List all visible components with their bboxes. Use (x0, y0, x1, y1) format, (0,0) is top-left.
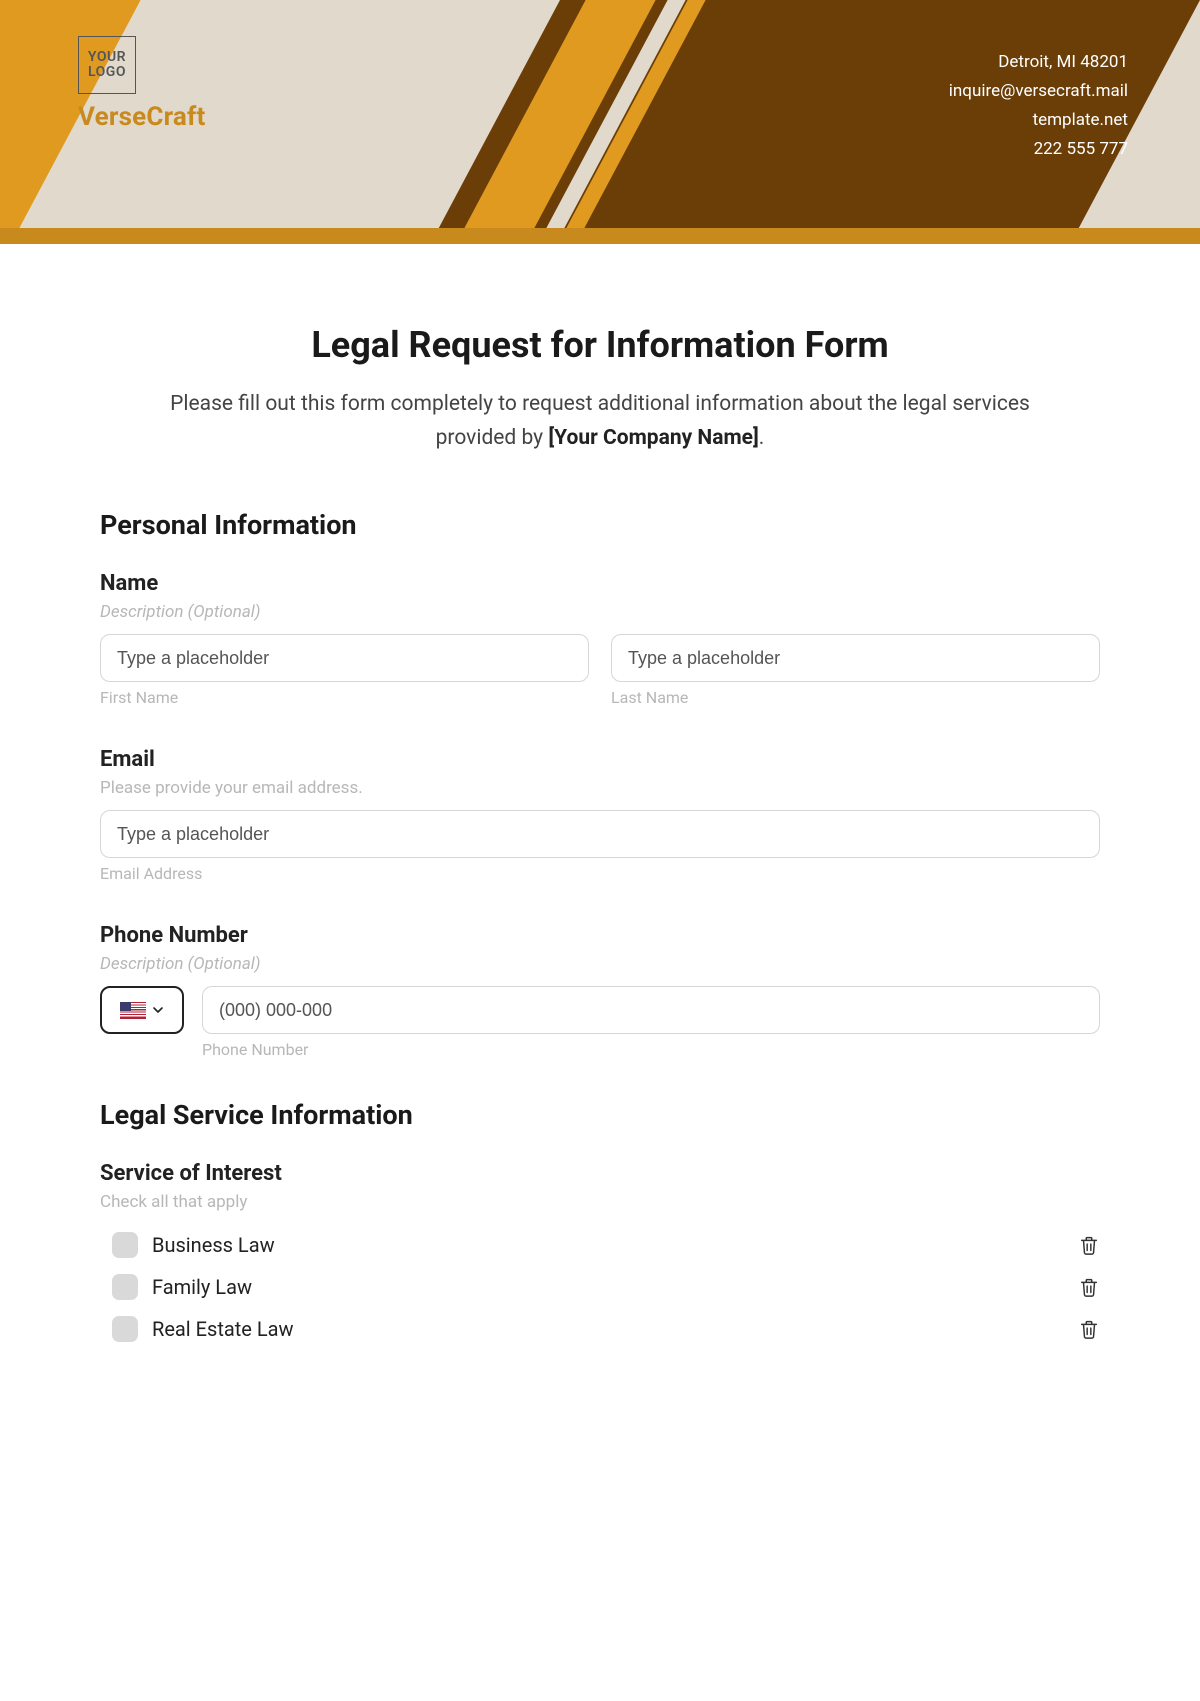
trash-icon[interactable] (1078, 1317, 1100, 1341)
checkbox[interactable] (112, 1232, 138, 1258)
form-title: Legal Request for Information Form (100, 324, 1100, 366)
contact-address: Detroit, MI 48201 (949, 48, 1128, 77)
first-name-input[interactable] (100, 634, 589, 682)
phone-input[interactable] (202, 986, 1100, 1034)
field-phone: Phone Number Description (Optional) Phon… (100, 923, 1100, 1059)
letterhead: YOUR LOGO VerseCraft Detroit, MI 48201 i… (0, 0, 1200, 244)
last-name-input[interactable] (611, 634, 1100, 682)
phone-sublabel: Phone Number (202, 1040, 1100, 1059)
trash-icon[interactable] (1078, 1275, 1100, 1299)
phone-desc: Description (Optional) (100, 954, 1100, 974)
logo-placeholder: YOUR LOGO (78, 36, 136, 94)
flag-us-icon (120, 1002, 146, 1019)
checkbox[interactable] (112, 1316, 138, 1342)
contact-block: Detroit, MI 48201 inquire@versecraft.mai… (949, 48, 1128, 164)
section-legal: Legal Service Information (100, 1099, 1100, 1131)
service-label: Service of Interest (100, 1161, 1100, 1186)
field-name: Name Description (Optional) First Name L… (100, 571, 1100, 707)
field-email: Email Please provide your email address.… (100, 747, 1100, 883)
name-label: Name (100, 571, 1100, 596)
first-name-sublabel: First Name (100, 688, 589, 707)
brand-name: VerseCraft (78, 102, 206, 132)
email-desc: Please provide your email address. (100, 778, 1100, 798)
checkbox[interactable] (112, 1274, 138, 1300)
contact-phone: 222 555 777 (949, 135, 1128, 164)
email-input[interactable] (100, 810, 1100, 858)
last-name-sublabel: Last Name (611, 688, 1100, 707)
service-desc: Check all that apply (100, 1192, 1100, 1212)
service-option-label: Business Law (152, 1233, 275, 1257)
contact-email: inquire@versecraft.mail (949, 77, 1128, 106)
email-sublabel: Email Address (100, 864, 1100, 883)
service-option-row: Real Estate Law (100, 1308, 1100, 1350)
field-service: Service of Interest Check all that apply… (100, 1161, 1100, 1350)
name-desc: Description (Optional) (100, 602, 1100, 622)
form-intro: Please fill out this form completely to … (140, 388, 1060, 455)
service-option-label: Family Law (152, 1275, 252, 1299)
service-option-row: Business Law (100, 1224, 1100, 1266)
contact-site: template.net (949, 106, 1128, 135)
country-code-select[interactable] (100, 986, 184, 1034)
trash-icon[interactable] (1078, 1233, 1100, 1257)
chevron-down-icon (152, 1004, 164, 1016)
phone-label: Phone Number (100, 923, 1100, 948)
section-personal: Personal Information (100, 509, 1100, 541)
email-label: Email (100, 747, 1100, 772)
service-option-row: Family Law (100, 1266, 1100, 1308)
service-option-label: Real Estate Law (152, 1317, 294, 1341)
